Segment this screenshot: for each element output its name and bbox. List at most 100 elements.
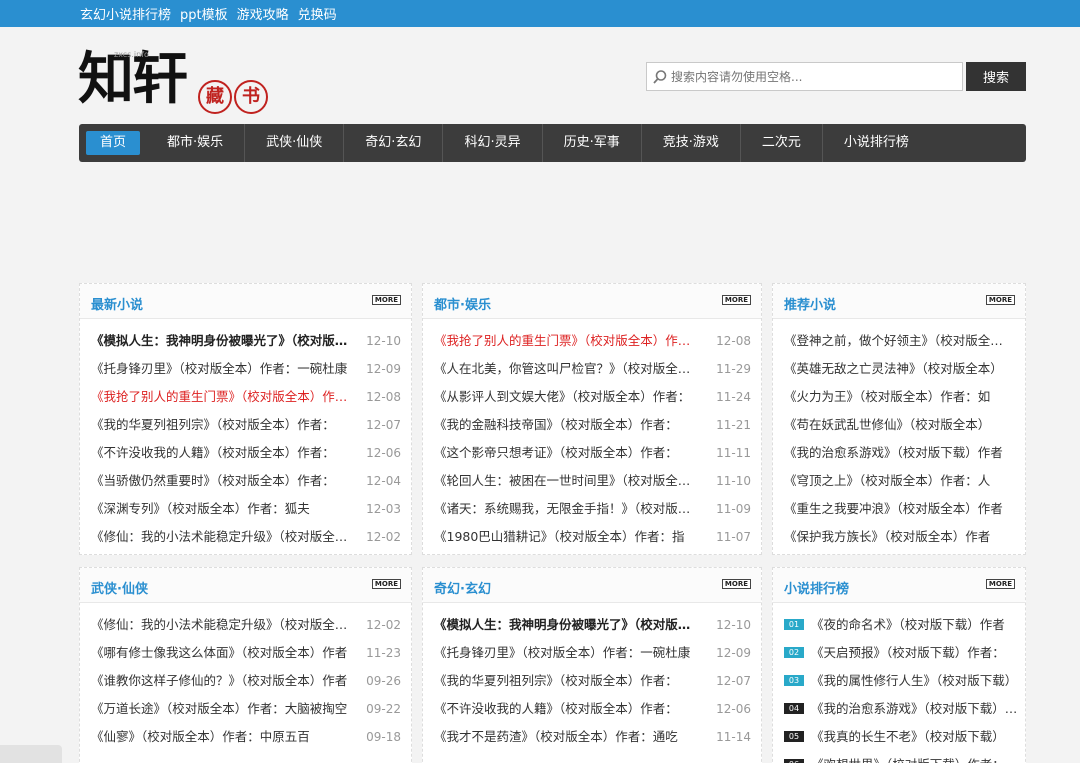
novel-link[interactable]: 《模拟人生：我神明身份被曝光了》（校对版全本） bbox=[434, 611, 698, 639]
list-item: 《修仙：我的小法术能稳定升级》（校对版全本） 12-02 bbox=[80, 523, 411, 551]
item-date: 12-02 bbox=[366, 530, 401, 544]
list-item: 《仙寥》（校对版全本）作者：中原五百 09-18 bbox=[80, 723, 411, 751]
novel-link[interactable]: 《我的治愈系游戏》（校对版下载）作者 bbox=[784, 439, 1003, 467]
list-item: 《不许没收我的人籍》（校对版全本）作者： 12-06 bbox=[80, 439, 411, 467]
list-item: 《我抢了别人的重生门票》（校对版全本）作者： 12-08 bbox=[80, 383, 411, 411]
novel-list: 《登神之前，做个好领主》（校对版全本） 《英雄无敌之亡灵法神》（校对版全本） 《火力… bbox=[773, 319, 1025, 551]
novel-link[interactable]: 《我的金融科技帝国》（校对版全本）作者： bbox=[434, 411, 678, 439]
novel-link[interactable]: 《万道长途》（校对版全本）作者：大脑被掏空 bbox=[91, 695, 347, 723]
novel-link[interactable]: 《火力为王》（校对版全本）作者：如 bbox=[784, 383, 990, 411]
list-item: 《保护我方族长》（校对版全本）作者 bbox=[773, 523, 1025, 551]
list-item: 01 《夜的命名术》（校对版下载）作者 bbox=[773, 611, 1025, 639]
novel-link[interactable]: 《1980巴山猎耕记》（校对版全本）作者：指 bbox=[434, 523, 685, 551]
novel-link[interactable]: 《托身锋刃里》（校对版全本）作者：一碗杜康 bbox=[434, 639, 690, 667]
novel-link[interactable]: 《当骄傲仍然重要时》（校对版全本）作者： bbox=[91, 467, 335, 495]
novel-link[interactable]: 《保护我方族长》（校对版全本）作者 bbox=[784, 523, 990, 551]
panel-title[interactable]: 武侠·仙侠 bbox=[91, 578, 148, 597]
novel-link[interactable]: 《托身锋刃里》（校对版全本）作者：一碗杜康 bbox=[91, 355, 347, 383]
nav-ranking[interactable]: 小说排行榜 bbox=[823, 124, 930, 162]
more-button[interactable]: MORE bbox=[985, 295, 1015, 305]
panel-title[interactable]: 都市·娱乐 bbox=[434, 294, 491, 313]
nav-acg[interactable]: 二次元 bbox=[741, 124, 823, 162]
novel-link[interactable]: 《苟在妖武乱世修仙》（校对版全本） bbox=[784, 411, 990, 439]
novel-link[interactable]: 《我才不是药渣》（校对版全本）作者：通吃 bbox=[434, 723, 678, 751]
list-item: 《修仙：我的小法术能稳定升级》（校对版全本） 12-02 bbox=[80, 611, 411, 639]
panel-fantasy: 奇幻·玄幻 MORE 《模拟人生：我神明身份被曝光了》（校对版全本） 12-10 《托身… bbox=[422, 567, 762, 763]
nav-wuxia[interactable]: 武侠·仙侠 bbox=[245, 124, 345, 162]
list-item: 《深渊专列》（校对版全本）作者：狐夫 12-03 bbox=[80, 495, 411, 523]
novel-link[interactable]: 《我的华夏列祖列宗》（校对版全本）作者： bbox=[91, 411, 335, 439]
novel-link[interactable]: 《人在北美，你管这叫尸检官？》（校对版全本） bbox=[434, 355, 698, 383]
novel-link[interactable]: 《我真的长生不老》（校对版下载） bbox=[811, 723, 1005, 751]
novel-link[interactable]: 《仙寥》（校对版全本）作者：中原五百 bbox=[91, 723, 310, 751]
logo-seal-2: 书 bbox=[234, 80, 268, 114]
panel-title[interactable]: 小说排行榜 bbox=[784, 578, 849, 597]
more-button[interactable]: MORE bbox=[371, 579, 401, 589]
panel-ranking: 小说排行榜 MORE 01 《夜的命名术》（校对版下载）作者 02 《天启预报》（校对版下… bbox=[772, 567, 1026, 763]
novel-link[interactable]: 《哪有修士像我这么体面》（校对版全本）作者 bbox=[91, 639, 347, 667]
novel-link[interactable]: 《我的华夏列祖列宗》（校对版全本）作者： bbox=[434, 667, 678, 695]
panel-header: 推荐小说 MORE bbox=[773, 284, 1025, 319]
logo-small-text: zxcs.info bbox=[114, 50, 149, 59]
novel-link[interactable]: 《轮回人生：被困在一世时间里》（校对版全本） bbox=[434, 467, 698, 495]
nav-urban[interactable]: 都市·娱乐 bbox=[146, 124, 246, 162]
nav-games[interactable]: 竞技·游戏 bbox=[642, 124, 741, 162]
nav-home[interactable]: 首页 bbox=[86, 131, 141, 155]
item-date: 12-08 bbox=[716, 334, 751, 348]
rank-badge: 06 bbox=[784, 759, 804, 763]
novel-link[interactable]: 《这个影帝只想考证》（校对版全本）作者： bbox=[434, 439, 678, 467]
novel-link[interactable]: 《模拟人生：我神明身份被曝光了》（校对版全本）作者 bbox=[91, 327, 349, 355]
more-button[interactable]: MORE bbox=[985, 579, 1015, 589]
novel-link[interactable]: 《重生之我要冲浪》（校对版全本）作者 bbox=[784, 495, 1003, 523]
novel-link[interactable]: 《穹顶之上》（校对版全本）作者：人 bbox=[784, 467, 990, 495]
novel-link[interactable]: 《深渊专列》（校对版全本）作者：狐夫 bbox=[91, 495, 310, 523]
more-button[interactable]: MORE bbox=[721, 579, 751, 589]
top-links: 玄幻小说排行榜 ppt模板 游戏攻略 兑换码 bbox=[80, 0, 337, 27]
panel-title[interactable]: 最新小说 bbox=[91, 294, 143, 313]
list-item: 《苟在妖武乱世修仙》（校对版全本） bbox=[773, 411, 1025, 439]
novel-link[interactable]: 《欢想世界》（校对版下载）作者： bbox=[811, 751, 1005, 763]
list-item: 《轮回人生：被困在一世时间里》（校对版全本） 11-10 bbox=[423, 467, 761, 495]
novel-link[interactable]: 《修仙：我的小法术能稳定升级》（校对版全本） bbox=[91, 523, 349, 551]
novel-link[interactable]: 《我的属性修行人生》（校对版下载） bbox=[811, 667, 1017, 695]
novel-list: 《模拟人生：我神明身份被曝光了》（校对版全本） 12-10 《托身锋刃里》（校对版全… bbox=[423, 603, 761, 751]
novel-link[interactable]: 《夜的命名术》（校对版下载）作者 bbox=[811, 611, 1005, 639]
panel-header: 最新小说 MORE bbox=[80, 284, 411, 319]
panel-title[interactable]: 推荐小说 bbox=[784, 294, 836, 313]
top-link-rank[interactable]: 玄幻小说排行榜 bbox=[80, 4, 171, 23]
novel-link[interactable]: 《谁教你这样子修仙的？》（校对版全本）作者 bbox=[91, 667, 347, 695]
nav-scifi[interactable]: 科幻·灵异 bbox=[443, 124, 543, 162]
novel-link[interactable]: 《修仙：我的小法术能稳定升级》（校对版全本） bbox=[91, 611, 349, 639]
novel-list: 《模拟人生：我神明身份被曝光了》（校对版全本）作者 12-10 《托身锋刃里》（校对… bbox=[80, 319, 411, 551]
novel-link[interactable]: 《我抢了别人的重生门票》（校对版全本）作者： bbox=[434, 327, 698, 355]
top-link-ppt[interactable]: ppt模板 bbox=[180, 4, 228, 23]
list-item: 《从影评人到文娱大佬》（校对版全本）作者： 11-24 bbox=[423, 383, 761, 411]
more-button[interactable]: MORE bbox=[371, 295, 401, 305]
novel-link[interactable]: 《不许没收我的人籍》（校对版全本）作者： bbox=[91, 439, 335, 467]
nav-history[interactable]: 历史·军事 bbox=[543, 124, 642, 162]
site-logo[interactable]: 知轩 zxcs.info 藏 书 bbox=[78, 44, 278, 122]
panel-wuxia: 武侠·仙侠 MORE 《修仙：我的小法术能稳定升级》（校对版全本） 12-02 《哪有修… bbox=[79, 567, 412, 763]
novel-link[interactable]: 《我抢了别人的重生门票》（校对版全本）作者： bbox=[91, 383, 349, 411]
novel-link[interactable]: 《天启预报》（校对版下载）作者： bbox=[811, 639, 1005, 667]
search-button[interactable]: 搜索 bbox=[966, 62, 1026, 91]
panel-title[interactable]: 奇幻·玄幻 bbox=[434, 578, 491, 597]
more-button[interactable]: MORE bbox=[721, 295, 751, 305]
list-item: 《托身锋刃里》（校对版全本）作者：一碗杜康 12-09 bbox=[80, 355, 411, 383]
novel-link[interactable]: 《不许没收我的人籍》（校对版全本）作者： bbox=[434, 695, 678, 723]
item-date: 09-26 bbox=[366, 674, 401, 688]
panel-header: 武侠·仙侠 MORE bbox=[80, 568, 411, 603]
novel-link[interactable]: 《从影评人到文娱大佬》（校对版全本）作者： bbox=[434, 383, 690, 411]
novel-link[interactable]: 《英雄无敌之亡灵法神》（校对版全本） bbox=[784, 355, 1003, 383]
top-link-code[interactable]: 兑换码 bbox=[298, 4, 337, 23]
novel-link[interactable]: 《登神之前，做个好领主》（校对版全本） bbox=[784, 327, 1006, 355]
panel-header: 小说排行榜 MORE bbox=[773, 568, 1025, 603]
novel-link[interactable]: 《我的治愈系游戏》（校对版下载）作者 bbox=[811, 695, 1019, 723]
panel-recommended: 推荐小说 MORE 《登神之前，做个好领主》（校对版全本） 《英雄无敌之亡灵法神》（校… bbox=[772, 283, 1026, 555]
novel-link[interactable]: 《诸天：系统赐我，无限金手指！》（校对版全本） bbox=[434, 495, 698, 523]
top-link-guide[interactable]: 游戏攻略 bbox=[237, 4, 289, 23]
list-item: 《模拟人生：我神明身份被曝光了》（校对版全本）作者 12-10 bbox=[80, 327, 411, 355]
nav-fantasy[interactable]: 奇幻·玄幻 bbox=[344, 124, 444, 162]
search-input[interactable] bbox=[671, 63, 959, 90]
floating-widget[interactable] bbox=[0, 745, 62, 763]
